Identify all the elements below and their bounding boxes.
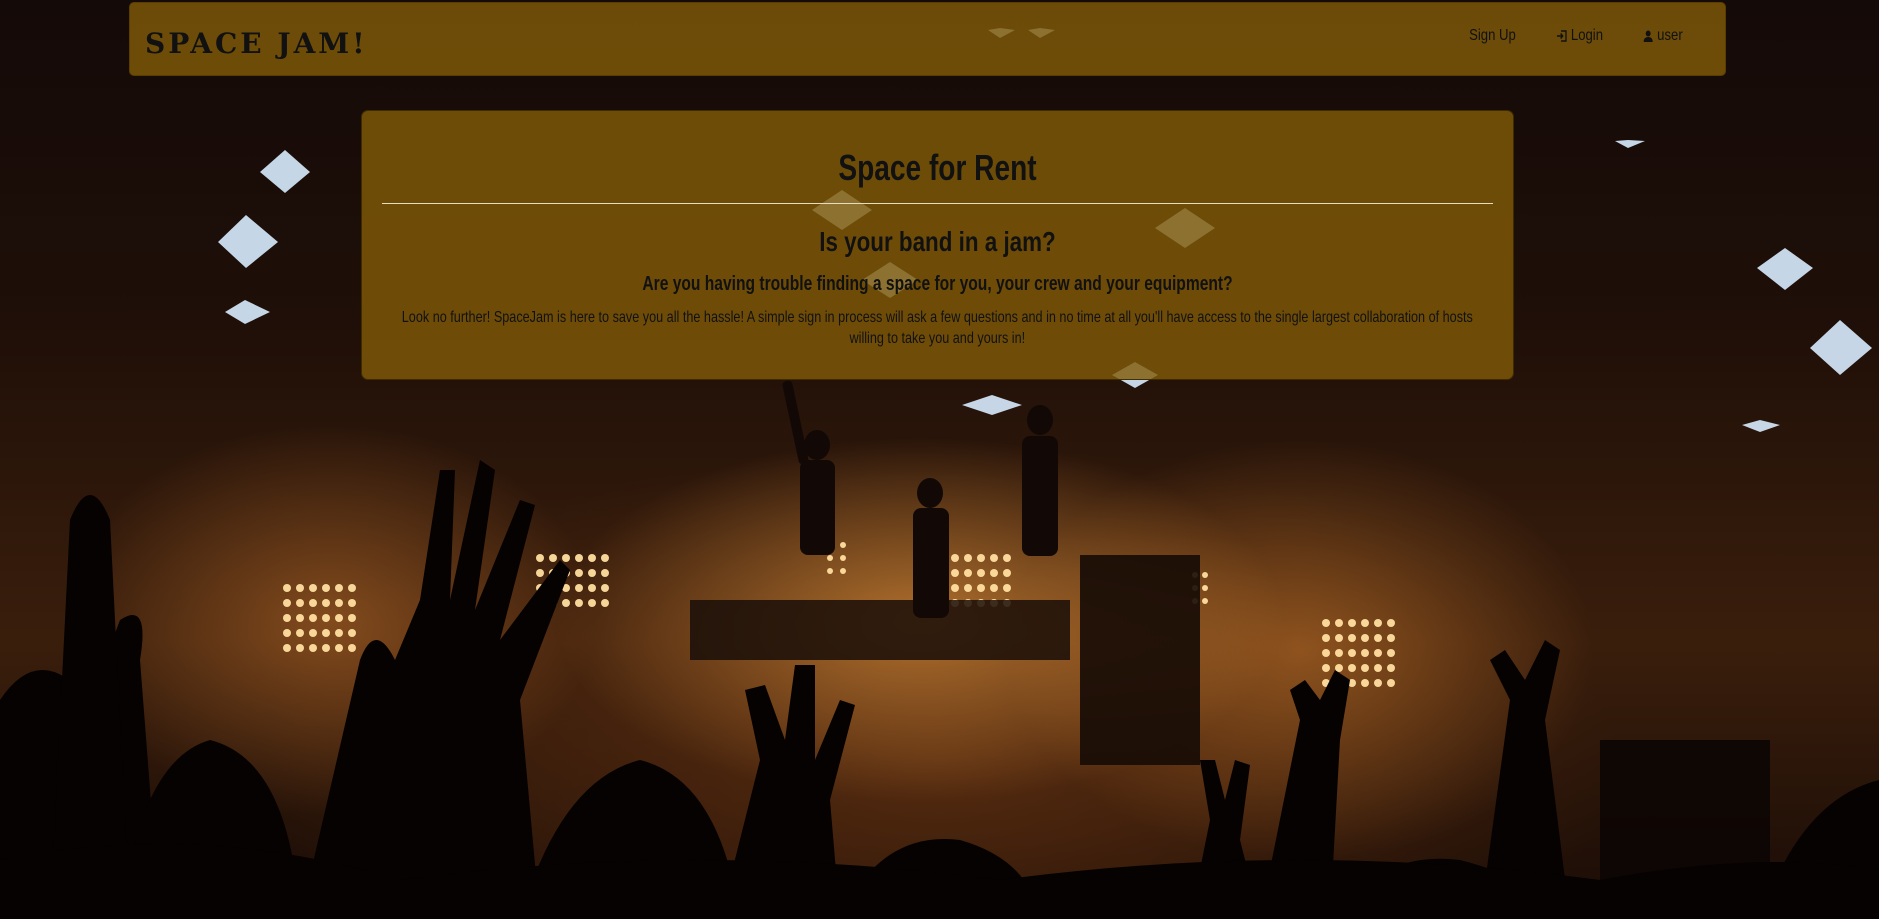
- dj-booth: [690, 600, 1070, 660]
- performers: [782, 380, 1058, 618]
- page-title: Space for Rent: [838, 147, 1037, 188]
- top-navbar: SPACE JAM! Sign Up Login user: [129, 2, 1726, 76]
- light-grid-center: [951, 554, 1011, 607]
- user-icon: [1643, 30, 1653, 42]
- signup-label: Sign Up: [1468, 27, 1516, 44]
- signup-link[interactable]: Sign Up: [1469, 27, 1516, 45]
- user-link[interactable]: user: [1642, 27, 1683, 45]
- title-divider: [382, 203, 1493, 204]
- speaker-stack: [1080, 555, 1200, 765]
- hero-heading: Is your band in a jam?: [819, 226, 1056, 257]
- hero-panel: Space for Rent Is your band in a jam? Ar…: [361, 110, 1514, 380]
- hero-body-text: Look no further! SpaceJam is here to sav…: [392, 307, 1483, 349]
- nav-links: Sign Up Login user: [1464, 27, 1687, 45]
- login-link[interactable]: Login: [1556, 27, 1603, 45]
- login-label: Login: [1570, 27, 1603, 44]
- light-grid-left: [283, 584, 356, 652]
- hero-subheading: Are you having trouble finding a space f…: [642, 273, 1233, 295]
- hero-body: Look no further! SpaceJam is here to sav…: [401, 309, 1474, 347]
- login-icon: [1556, 30, 1567, 42]
- user-label: user: [1657, 27, 1683, 44]
- brand-logo[interactable]: SPACE JAM!: [145, 27, 368, 60]
